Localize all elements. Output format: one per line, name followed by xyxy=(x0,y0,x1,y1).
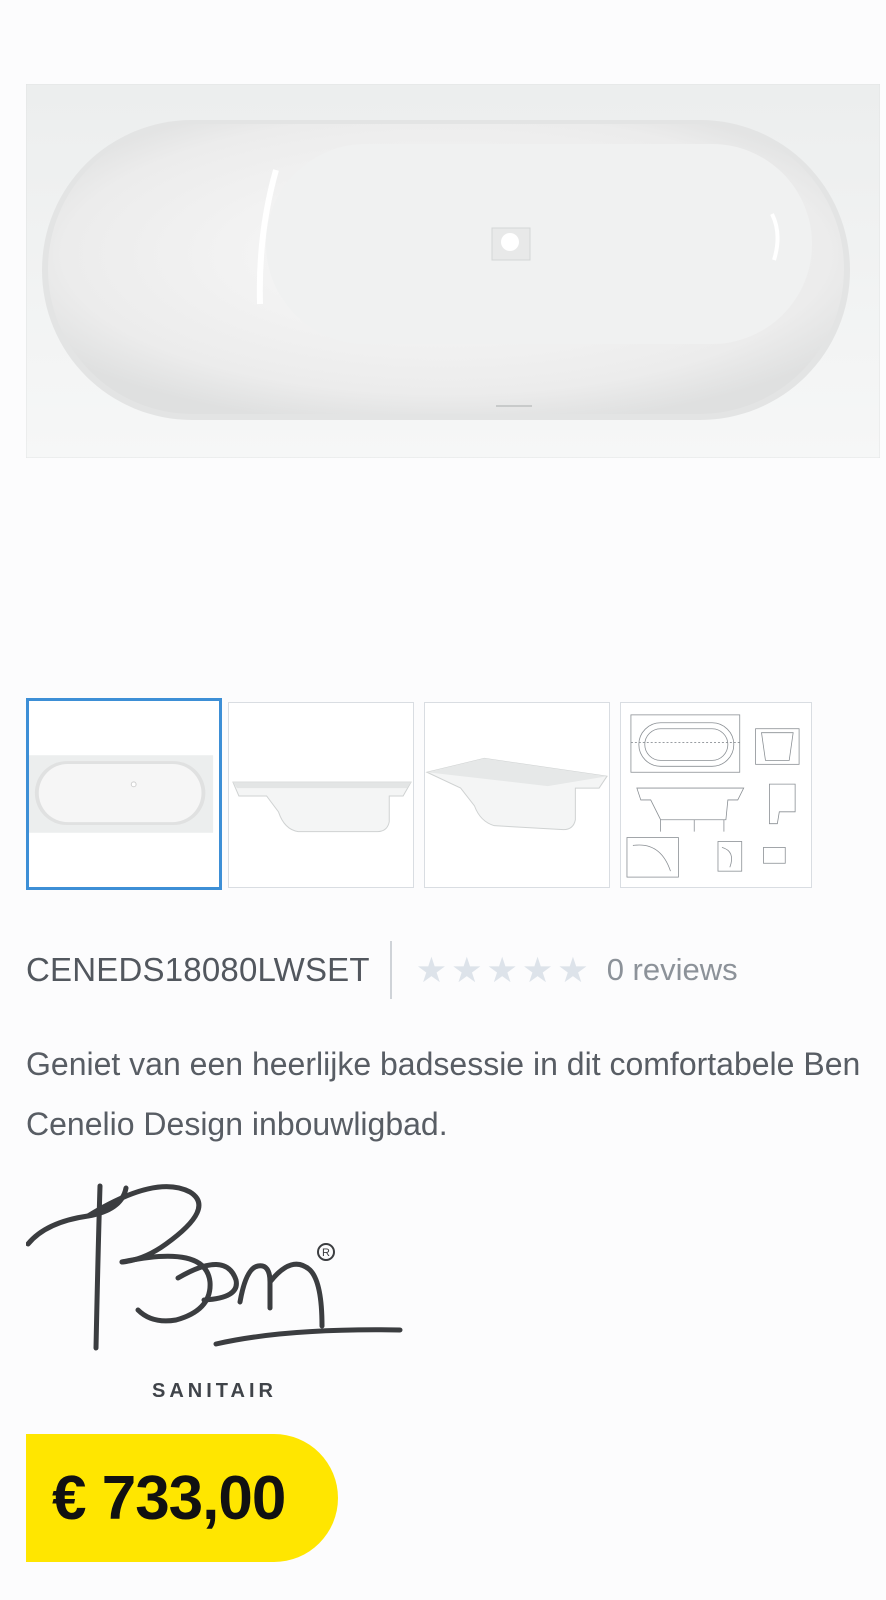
product-main-image[interactable] xyxy=(26,84,880,458)
star-icon[interactable]: ★ xyxy=(416,953,447,988)
thumbnail-angled-view[interactable] xyxy=(424,702,610,888)
thumbnail-technical-drawing[interactable] xyxy=(620,702,812,888)
product-meta-row: CENEDS18080LWSET ★ ★ ★ ★ ★ 0 reviews xyxy=(26,940,866,1000)
star-icon[interactable]: ★ xyxy=(557,953,588,988)
star-icon[interactable]: ★ xyxy=(487,953,518,988)
price-badge: € 733,00 xyxy=(26,1434,338,1562)
brand-subtitle: SANITAIR xyxy=(152,1380,277,1402)
product-price: € 733,00 xyxy=(52,1463,286,1533)
product-sku: CENEDS18080LWSET xyxy=(26,951,370,988)
thumbnail-gallery xyxy=(0,698,886,896)
rating-stars[interactable]: ★ ★ ★ ★ ★ xyxy=(416,953,589,988)
brand-logo[interactable]: R xyxy=(25,1182,416,1412)
reviews-link[interactable]: 0 reviews xyxy=(607,952,738,988)
svg-text:R: R xyxy=(322,1247,330,1259)
product-description: Geniet van een heerlijke badsessie in di… xyxy=(26,1046,861,1142)
star-icon[interactable]: ★ xyxy=(522,953,553,988)
meta-divider xyxy=(389,941,392,999)
star-icon[interactable]: ★ xyxy=(451,953,482,988)
thumbnail-side-view[interactable] xyxy=(228,702,414,888)
thumbnail-top-view[interactable] xyxy=(26,698,222,890)
